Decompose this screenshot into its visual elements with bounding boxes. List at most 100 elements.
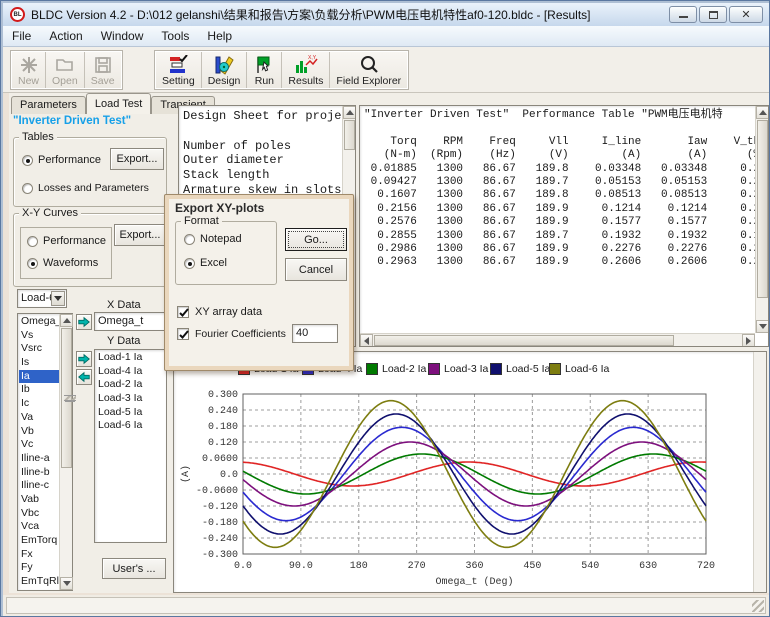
variable-item[interactable]: Vc	[19, 438, 59, 452]
run-button[interactable]: Run	[247, 52, 282, 88]
design-icon	[213, 55, 235, 75]
users-button[interactable]: User's ...	[102, 558, 166, 579]
new-button[interactable]: New	[12, 52, 46, 88]
ydata-item[interactable]: Load-1 Ia	[96, 351, 165, 365]
ydata-item[interactable]: Load-3 Ia	[96, 392, 165, 406]
excel-radio[interactable]	[184, 258, 195, 269]
close-button[interactable]: ✕	[729, 6, 763, 23]
go-button[interactable]: Go...	[285, 228, 347, 251]
xdata-field[interactable]: Omega_t	[94, 312, 167, 331]
variable-item[interactable]: Fx	[19, 548, 59, 562]
variable-item[interactable]: Is	[19, 356, 59, 370]
scrollbar-thumb[interactable]	[374, 335, 674, 346]
resize-grip[interactable]	[752, 600, 764, 612]
design-button[interactable]: Design	[202, 52, 248, 88]
svg-text:-0.120: -0.120	[202, 502, 238, 513]
open-icon	[55, 55, 75, 75]
waveforms-radio[interactable]	[27, 258, 38, 269]
xy-array-data-checkbox[interactable]	[177, 306, 189, 318]
menu-tools[interactable]: Tools	[152, 26, 198, 46]
thumb-grip-icon	[64, 395, 76, 401]
variable-item[interactable]: Iline-a	[19, 452, 59, 466]
scroll-left-button[interactable]	[360, 334, 373, 347]
save-icon	[93, 55, 113, 75]
scrollbar-thumb[interactable]	[757, 120, 768, 298]
field-explorer-button[interactable]: Field Explorer	[330, 52, 407, 88]
fourier-coefficients-field[interactable]: 40	[292, 324, 338, 343]
variable-item[interactable]: Iline-b	[19, 466, 59, 480]
variable-item[interactable]: Ic	[19, 397, 59, 411]
variable-item[interactable]: Va	[19, 411, 59, 425]
svg-text:270: 270	[408, 561, 426, 572]
svg-text:Omega_t (Deg): Omega_t (Deg)	[435, 576, 513, 588]
performance-table-radio[interactable]	[22, 155, 33, 166]
tab-parameters[interactable]: Parameters	[11, 96, 86, 114]
tables-export-button[interactable]: Export...	[110, 148, 164, 170]
minimize-button[interactable]	[669, 6, 697, 23]
scroll-right-button[interactable]	[742, 334, 755, 347]
performance-table-panel[interactable]: "Inverter Driven Test" Performance Table…	[359, 105, 769, 347]
variable-item[interactable]: Ia	[19, 370, 59, 384]
variable-item[interactable]: Vca	[19, 520, 59, 534]
variable-item[interactable]: Vbc	[19, 507, 59, 521]
menu-action[interactable]: Action	[40, 26, 91, 46]
svg-text:180: 180	[350, 561, 368, 572]
ydata-listbox[interactable]: Load-1 IaLoad-4 IaLoad-2 IaLoad-3 IaLoad…	[94, 349, 167, 543]
menu-file[interactable]: File	[3, 26, 40, 46]
svg-text:0.0: 0.0	[220, 470, 238, 481]
variable-item[interactable]: EmTqRl	[19, 575, 59, 589]
performance-curves-radio[interactable]	[27, 236, 38, 247]
variables-listbox[interactable]: Omega_VsVsrcIsIaIbIcVaVbVcIline-aIline-b…	[17, 313, 73, 591]
variable-item[interactable]: Vb	[19, 425, 59, 439]
menu-window[interactable]: Window	[92, 26, 153, 46]
ydata-item[interactable]: Load-6 Ia	[96, 419, 165, 433]
table-vscrollbar[interactable]	[755, 106, 768, 333]
scrollbar-thumb[interactable]	[344, 120, 355, 150]
variable-item[interactable]: Vab	[19, 493, 59, 507]
load-select[interactable]: Load-6	[17, 289, 67, 308]
setting-button[interactable]: Setting	[156, 52, 202, 88]
notepad-radio[interactable]	[184, 234, 195, 245]
scroll-up-button[interactable]	[756, 106, 769, 119]
tab-load-test[interactable]: Load Test	[86, 93, 152, 114]
ydata-item[interactable]: Load-5 Ia	[96, 406, 165, 420]
ydata-remove-button[interactable]	[76, 369, 92, 385]
variable-item[interactable]: Vsrc	[19, 342, 59, 356]
ydata-item[interactable]: Load-2 Ia	[96, 378, 165, 392]
test-subtitle: "Inverter Driven Test"	[13, 115, 131, 127]
ydata-add-button[interactable]	[76, 351, 92, 367]
scroll-up-button[interactable]	[60, 314, 73, 327]
maximize-button[interactable]	[699, 6, 727, 23]
variable-item[interactable]: Fy	[19, 561, 59, 575]
variable-item[interactable]: Omega_	[19, 315, 59, 329]
triangle-down-icon	[63, 581, 71, 586]
xdata-label: X Data	[107, 299, 141, 311]
variables-scrollbar[interactable]	[59, 314, 72, 590]
scroll-down-button[interactable]	[756, 320, 769, 333]
variable-item[interactable]: Vs	[19, 329, 59, 343]
results-button[interactable]: X,Y Results	[282, 52, 330, 88]
table-hscrollbar[interactable]	[360, 333, 755, 346]
triangle-up-icon	[346, 110, 354, 115]
variable-item[interactable]: Ib	[19, 383, 59, 397]
load-select-dropdown-button[interactable]	[51, 291, 65, 306]
losses-radio[interactable]	[22, 183, 33, 194]
svg-text:720: 720	[697, 561, 715, 572]
save-button[interactable]: Save	[85, 52, 121, 88]
ydata-item[interactable]: Load-4 Ia	[96, 365, 165, 379]
svg-text:540: 540	[581, 561, 599, 572]
xdata-assign-button[interactable]	[76, 314, 92, 330]
fourier-coefficients-checkbox[interactable]	[177, 328, 189, 340]
svg-text:630: 630	[639, 561, 657, 572]
check-icon	[178, 307, 190, 319]
variable-item[interactable]: Iline-c	[19, 479, 59, 493]
open-button[interactable]: Open	[46, 52, 85, 88]
variable-item[interactable]: EmTorq	[19, 534, 59, 548]
chart-scrollbar[interactable]	[753, 352, 766, 592]
cancel-button[interactable]: Cancel	[285, 258, 347, 281]
scrollbar-thumb[interactable]	[61, 328, 72, 468]
scroll-down-button[interactable]	[60, 577, 73, 590]
xy-export-button[interactable]: Export...	[114, 224, 166, 246]
scroll-up-button[interactable]	[343, 106, 356, 119]
menu-help[interactable]: Help	[198, 26, 241, 46]
